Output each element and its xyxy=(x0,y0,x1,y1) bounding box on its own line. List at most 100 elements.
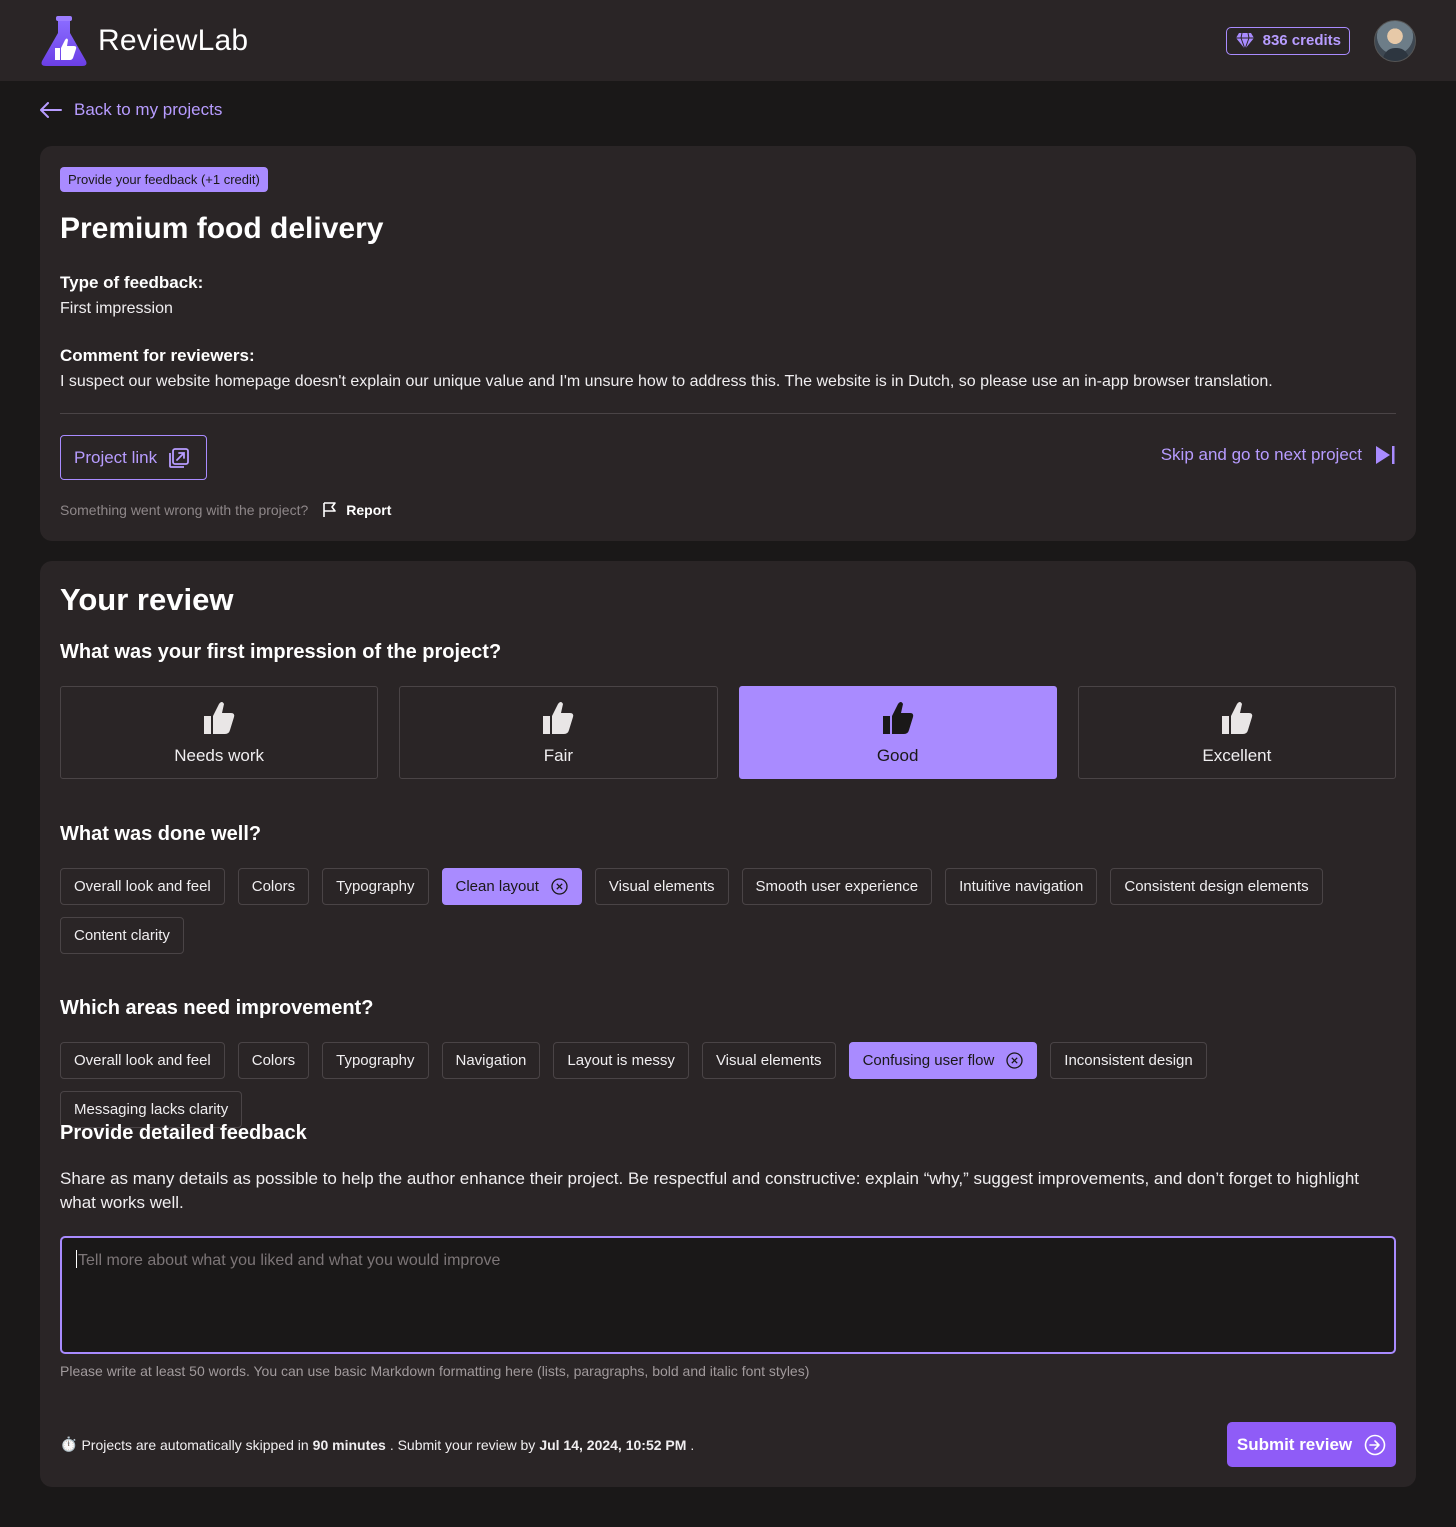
project-link-label: Project link xyxy=(74,447,158,467)
detailed-feedback-title: Provide detailed feedback xyxy=(60,1122,307,1144)
thumbs-up-icon xyxy=(882,701,913,734)
flag-icon xyxy=(323,502,337,517)
chip-label: Consistent design elements xyxy=(1124,878,1309,895)
chip-label: Smooth user experience xyxy=(755,878,919,895)
divider xyxy=(60,413,1396,414)
chip-label: Typography xyxy=(336,878,415,895)
chip-label: Content clarity xyxy=(74,927,170,944)
report-row: Something went wrong with the project? R… xyxy=(60,501,391,518)
chip-done-well[interactable]: Visual elements xyxy=(594,868,729,905)
report-label: Report xyxy=(346,501,392,518)
submit-label: Submit review xyxy=(1236,1434,1353,1454)
text-caret xyxy=(76,1250,77,1268)
chip-improve[interactable]: Navigation xyxy=(441,1042,541,1079)
auto-skip-duration: 90 minutes xyxy=(312,1436,386,1453)
back-link-label: Back to my projects xyxy=(74,100,223,119)
detailed-feedback-description: Share as many details as possible to hel… xyxy=(60,1169,1360,1212)
project-link-button[interactable]: Project link xyxy=(60,435,207,480)
done-well-chips: Overall look and feel Colors Typography … xyxy=(60,868,1396,954)
arrow-right-circle-icon xyxy=(1364,1434,1386,1455)
rating-good[interactable]: Good xyxy=(738,686,1057,779)
rating-label: Good xyxy=(876,745,919,765)
remove-circle-x-icon[interactable] xyxy=(1006,1052,1023,1069)
review-title: Your review xyxy=(60,582,234,617)
comment-label: Comment for reviewers: xyxy=(60,346,255,365)
report-button[interactable]: Report xyxy=(322,501,391,518)
auto-skip-middle: . Submit your review by xyxy=(389,1436,536,1453)
auto-skip-note: ⏱️ Projects are automatically skipped in … xyxy=(60,1436,694,1453)
brand-name: ReviewLab xyxy=(98,23,249,57)
stopwatch-icon: ⏱️ xyxy=(60,1436,78,1452)
remove-circle-x-icon[interactable] xyxy=(551,878,568,895)
comment-value: I suspect our website homepage doesn't e… xyxy=(60,373,1273,390)
feedback-textarea[interactable]: Tell more about what you liked and what … xyxy=(60,1236,1396,1354)
chip-label: Typography xyxy=(336,1052,415,1069)
chip-label: Navigation xyxy=(455,1052,527,1069)
external-link-icon xyxy=(169,447,190,468)
chip-label: Layout is messy xyxy=(567,1052,675,1069)
chip-done-well[interactable]: Colors xyxy=(237,868,310,905)
feedback-type-label: Type of feedback: xyxy=(60,273,204,292)
impression-question: What was your first impression of the pr… xyxy=(60,641,502,663)
chip-label: Visual elements xyxy=(608,878,715,895)
credits-badge[interactable]: 836 credits xyxy=(1225,26,1350,55)
chip-done-well[interactable]: Content clarity xyxy=(60,917,184,954)
project-title: Premium food delivery xyxy=(60,212,384,245)
chip-label: Confusing user flow xyxy=(862,1052,995,1069)
brand[interactable]: ReviewLab xyxy=(40,15,248,67)
chip-done-well[interactable]: Clean layout xyxy=(441,868,582,905)
thumbs-up-icon xyxy=(543,701,574,734)
textarea-placeholder: Tell more about what you liked and what … xyxy=(78,1252,501,1269)
chip-label: Clean layout xyxy=(455,878,539,895)
chip-improve[interactable]: Inconsistent design xyxy=(1050,1042,1207,1079)
feedback-type-value: First impression xyxy=(60,300,173,317)
chip-label: Overall look and feel xyxy=(74,878,211,895)
skip-label: Skip and go to next project xyxy=(1160,445,1362,464)
arrow-left-icon xyxy=(40,102,62,118)
chip-improve[interactable]: Visual elements xyxy=(701,1042,836,1079)
word-count-hint: Please write at least 50 words. You can … xyxy=(60,1363,810,1379)
thumbs-up-icon xyxy=(204,701,235,734)
done-well-question: What was done well? xyxy=(60,823,262,845)
auto-skip-prefix: Projects are automatically skipped in xyxy=(81,1436,309,1453)
chip-label: Visual elements xyxy=(715,1052,822,1069)
report-question: Something went wrong with the project? xyxy=(60,501,309,518)
flask-thumb-logo-icon xyxy=(41,15,87,66)
chip-done-well[interactable]: Consistent design elements xyxy=(1110,868,1323,905)
auto-skip-suffix: . xyxy=(690,1436,695,1453)
feedback-credit-badge: Provide your feedback (+1 credit) xyxy=(60,167,268,192)
top-bar: ReviewLab 836 credits xyxy=(0,0,1456,81)
rating-needs-work[interactable]: Needs work xyxy=(60,686,379,779)
diamond-icon xyxy=(1235,32,1254,50)
project-card: Provide your feedback (+1 credit) Premiu… xyxy=(40,146,1416,541)
rating-label: Needs work xyxy=(174,745,264,765)
chip-improve[interactable]: Overall look and feel xyxy=(60,1042,225,1079)
chip-done-well[interactable]: Typography xyxy=(322,868,429,905)
chip-done-well[interactable]: Smooth user experience xyxy=(741,868,933,905)
rating-label: Excellent xyxy=(1202,745,1272,765)
chip-label: Colors xyxy=(251,1052,296,1069)
submit-review-button[interactable]: Submit review xyxy=(1227,1422,1396,1467)
skip-next-icon xyxy=(1376,446,1395,464)
thumbs-up-icon xyxy=(1221,701,1253,734)
review-card: Your review What was your first impressi… xyxy=(40,561,1416,1487)
chip-improve[interactable]: Colors xyxy=(237,1042,310,1079)
impression-ratings: Needs work Fair Good Excellent xyxy=(60,686,1396,779)
submit-deadline: Jul 14, 2024, 10:52 PM xyxy=(539,1436,687,1453)
improve-question: Which areas need improvement? xyxy=(60,997,374,1019)
chip-label: Colors xyxy=(251,878,296,895)
skip-project-link[interactable]: Skip and go to next project xyxy=(1161,444,1396,466)
chip-improve[interactable]: Confusing user flow xyxy=(848,1042,1038,1079)
chip-label: Inconsistent design xyxy=(1064,1052,1193,1069)
chip-label: Intuitive navigation xyxy=(959,878,1084,895)
chip-done-well[interactable]: Intuitive navigation xyxy=(945,868,1098,905)
credits-label: 836 credits xyxy=(1262,32,1341,49)
avatar[interactable] xyxy=(1374,19,1416,62)
back-link[interactable]: Back to my projects xyxy=(40,100,222,120)
chip-improve[interactable]: Typography xyxy=(322,1042,429,1079)
chip-improve[interactable]: Layout is messy xyxy=(553,1042,689,1079)
improve-chips: Overall look and feel Colors Typography … xyxy=(60,1042,1396,1128)
chip-done-well[interactable]: Overall look and feel xyxy=(60,868,225,905)
rating-fair[interactable]: Fair xyxy=(399,686,718,779)
rating-excellent[interactable]: Excellent xyxy=(1077,686,1396,779)
